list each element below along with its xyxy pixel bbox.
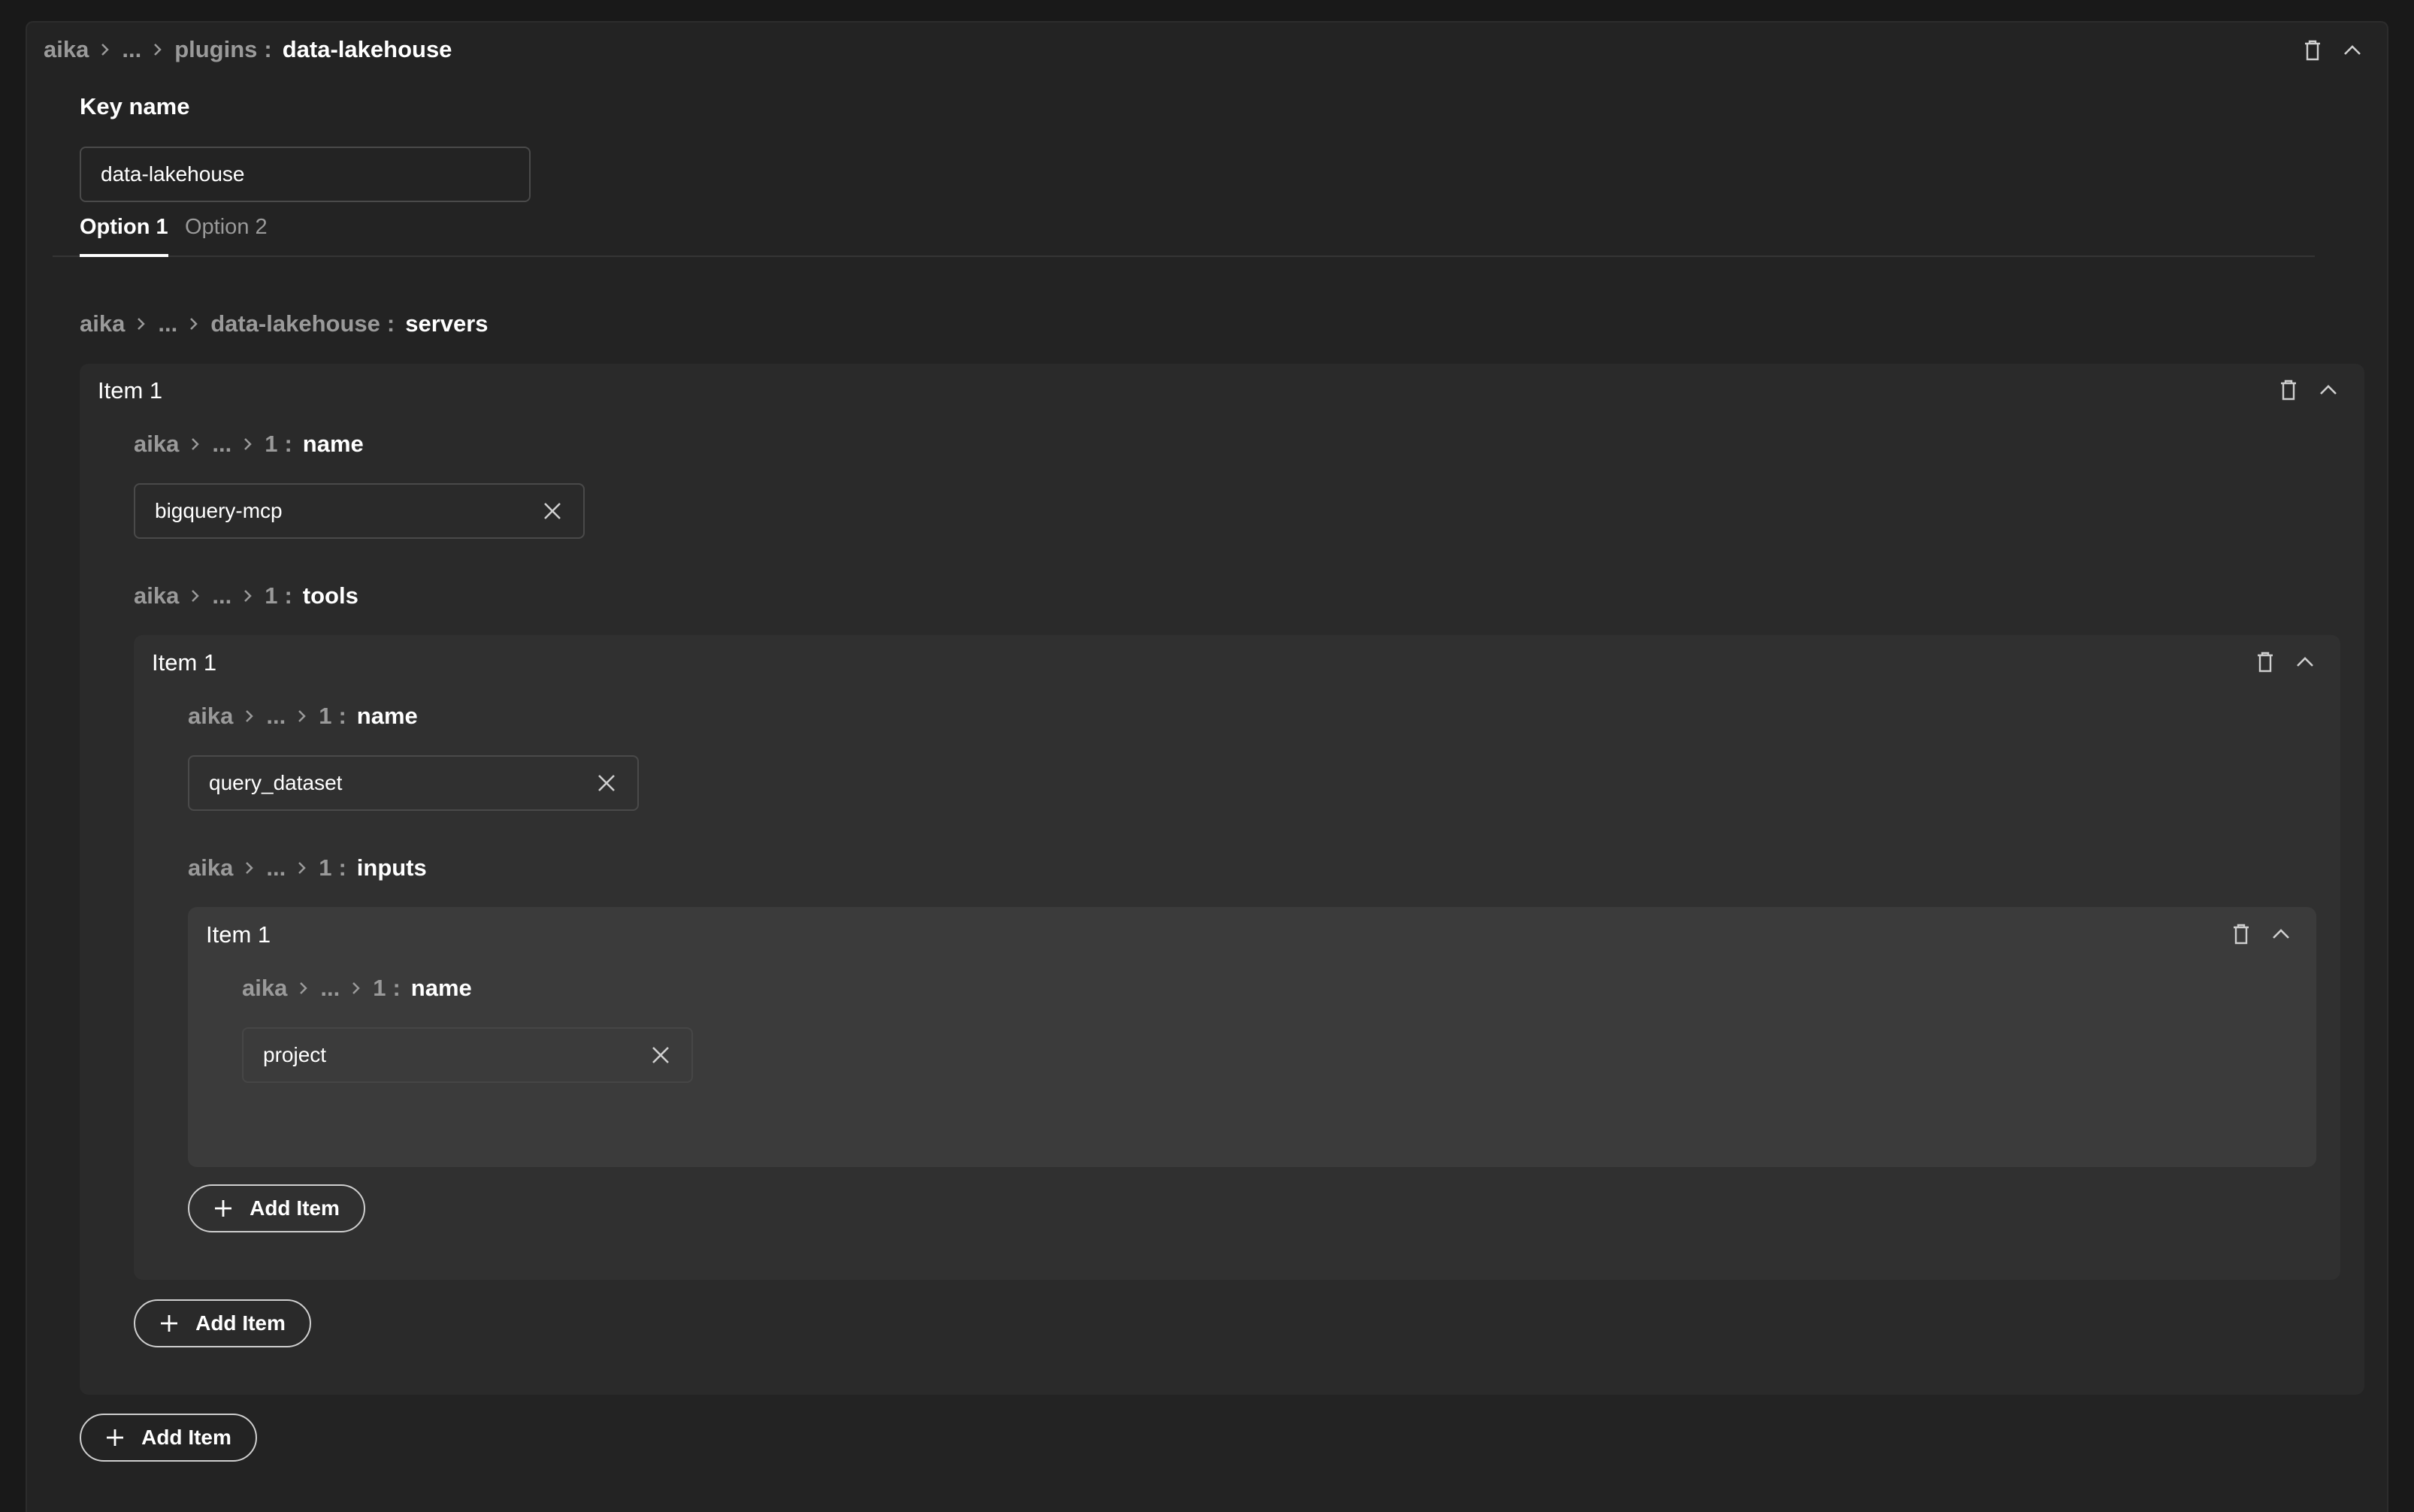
breadcrumb-ellipsis[interactable]: ... [122, 36, 141, 63]
breadcrumb-colon: : [338, 854, 346, 881]
breadcrumb-colon: : [284, 582, 292, 609]
breadcrumb-current: tools [302, 582, 358, 609]
chevron-up-icon[interactable] [2340, 38, 2365, 63]
breadcrumb-root[interactable]: aika [188, 703, 233, 730]
breadcrumb-parent[interactable]: 1 [265, 582, 277, 609]
server-name-breadcrumb: aika ... 1 : name [134, 429, 364, 459]
breadcrumb-current: name [410, 975, 472, 1001]
chevron-right-icon [351, 981, 361, 996]
tool-name-breadcrumb: aika ... 1 : name [188, 701, 418, 731]
server-tools-breadcrumb: aika ... 1 : tools [134, 581, 358, 611]
breadcrumb-parent[interactable]: plugins [174, 36, 257, 63]
breadcrumb-current: data-lakehouse [282, 36, 452, 62]
breadcrumb-root[interactable]: aika [134, 582, 179, 609]
add-item-label: Add Item [195, 1311, 286, 1335]
input-name-breadcrumb: aika ... 1 : name [242, 973, 472, 1003]
chevron-right-icon [244, 860, 255, 875]
breadcrumb-parent[interactable]: 1 [373, 975, 386, 1002]
breadcrumb-ellipsis[interactable]: ... [266, 703, 286, 730]
chevron-right-icon [100, 42, 110, 57]
breadcrumb-ellipsis[interactable]: ... [320, 975, 340, 1002]
close-icon[interactable] [595, 772, 618, 794]
option-tabs: Option 1 Option 2 [53, 215, 2315, 257]
trash-icon[interactable] [2252, 649, 2278, 675]
close-icon[interactable] [649, 1044, 672, 1066]
breadcrumb-current: name [356, 703, 418, 729]
key-name-input[interactable]: data-lakehouse [80, 147, 531, 202]
tool-item-title[interactable]: Item 1 [152, 649, 216, 676]
breadcrumb-current: name [302, 431, 364, 457]
breadcrumb-colon: : [392, 975, 401, 1001]
breadcrumb-current: servers [405, 310, 489, 337]
chevron-right-icon [189, 316, 199, 331]
breadcrumb-root[interactable]: aika [134, 431, 179, 458]
breadcrumb-colon: : [338, 703, 346, 729]
plus-icon [159, 1314, 179, 1333]
breadcrumb-parent[interactable]: 1 [319, 854, 331, 881]
chevron-right-icon [243, 437, 253, 452]
breadcrumb-ellipsis[interactable]: ... [266, 854, 286, 881]
trash-icon[interactable] [2300, 38, 2325, 63]
breadcrumb-root[interactable]: aika [188, 854, 233, 881]
input-item-title[interactable]: Item 1 [206, 921, 271, 948]
chevron-right-icon [243, 588, 253, 603]
tab-option-1[interactable]: Option 1 [80, 215, 168, 257]
server-name-value[interactable]: bigquery-mcp [155, 499, 541, 523]
key-name-label: Key name [80, 93, 190, 119]
plus-icon [213, 1199, 233, 1218]
plus-icon [105, 1428, 125, 1447]
chevron-right-icon [190, 437, 201, 452]
tool-name-input[interactable]: query_dataset [188, 755, 639, 811]
breadcrumb-current: inputs [356, 854, 427, 881]
breadcrumb-colon: : [386, 310, 395, 337]
tool-inputs-breadcrumb: aika ... 1 : inputs [188, 853, 427, 883]
breadcrumb-colon: : [284, 431, 292, 457]
breadcrumb-colon: : [264, 36, 272, 62]
chevron-up-icon[interactable] [2292, 649, 2318, 675]
chevron-right-icon [190, 588, 201, 603]
chevron-right-icon [136, 316, 147, 331]
chevron-right-icon [297, 709, 307, 724]
breadcrumb-root[interactable]: aika [44, 36, 89, 63]
server-item-title[interactable]: Item 1 [98, 377, 162, 404]
breadcrumb-parent[interactable]: data-lakehouse [210, 310, 380, 337]
input-name-value[interactable]: project [263, 1043, 649, 1067]
breadcrumb-root[interactable]: aika [242, 975, 287, 1002]
chevron-up-icon[interactable] [2268, 921, 2294, 947]
add-tool-item-button[interactable]: Add Item [134, 1299, 311, 1347]
breadcrumb-parent[interactable]: 1 [265, 431, 277, 458]
tool-name-value[interactable]: query_dataset [209, 771, 595, 795]
trash-icon[interactable] [2276, 377, 2301, 403]
add-server-item-button[interactable]: Add Item [80, 1414, 257, 1462]
key-name-value[interactable]: data-lakehouse [101, 162, 510, 186]
breadcrumb-parent[interactable]: 1 [319, 703, 331, 730]
chevron-right-icon [298, 981, 309, 996]
chevron-right-icon [297, 860, 307, 875]
input-name-input[interactable]: project [242, 1027, 693, 1083]
chevron-right-icon [244, 709, 255, 724]
add-input-item-button[interactable]: Add Item [188, 1184, 365, 1232]
trash-icon[interactable] [2228, 921, 2254, 947]
header-breadcrumb: aika ... plugins : data-lakehouse [44, 35, 452, 65]
server-name-input[interactable]: bigquery-mcp [134, 483, 585, 539]
chevron-right-icon [153, 42, 163, 57]
servers-breadcrumb: aika ... data-lakehouse : servers [80, 309, 489, 339]
breadcrumb-ellipsis[interactable]: ... [212, 431, 231, 458]
chevron-up-icon[interactable] [2316, 377, 2341, 403]
breadcrumb-ellipsis[interactable]: ... [158, 310, 177, 337]
close-icon[interactable] [541, 500, 564, 522]
add-item-label: Add Item [141, 1426, 231, 1449]
breadcrumb-ellipsis[interactable]: ... [212, 582, 231, 609]
breadcrumb-root[interactable]: aika [80, 310, 125, 337]
add-item-label: Add Item [250, 1196, 340, 1220]
tab-option-2[interactable]: Option 2 [185, 215, 268, 257]
